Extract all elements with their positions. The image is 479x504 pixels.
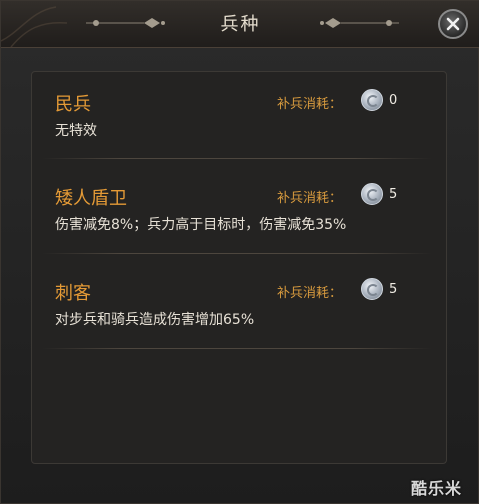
silver-coin-icon [361,278,383,300]
row-divider [42,158,432,159]
replenish-cost-value: 0 [389,93,398,108]
silver-coin-icon [361,183,383,205]
unit-description: 对步兵和骑兵造成伤害增加65% [55,312,255,328]
close-button[interactable] [438,9,468,39]
unit-row-militia: 民兵 无特效 补兵消耗： 0 [32,76,446,170]
dialog-titlebar: 兵种 [1,1,479,48]
replenish-cost-label: 补兵消耗： [277,286,343,301]
watermark: 酷乐米 [411,479,463,498]
unit-row-assassin: 刺客 对步兵和骑兵造成伤害增加65% 补兵消耗： 5 [32,265,446,359]
silver-coin-icon [361,89,383,111]
unit-list-panel: 民兵 无特效 补兵消耗： 0 矮人盾卫 伤害减免8%；兵力高于目标时，伤害减免3… [31,71,447,464]
unit-name: 矮人盾卫 [55,188,127,209]
unit-description: 伤害减免8%；兵力高于目标时，伤害减免35% [55,217,347,233]
close-icon [446,17,460,31]
unit-name: 刺客 [55,283,91,304]
replenish-cost-value: 5 [389,187,398,202]
unit-description: 无特效 [55,123,97,139]
dialog-title: 兵种 [220,14,261,35]
unit-row-dwarf-shield-guard: 矮人盾卫 伤害减免8%；兵力高于目标时，伤害减免35% 补兵消耗： 5 [32,170,446,264]
row-divider [42,253,432,254]
replenish-cost-label: 补兵消耗： [277,97,343,112]
title-ornament-right-icon [320,18,399,28]
unit-name: 民兵 [55,94,91,115]
row-divider [42,348,432,349]
unit-type-dialog: 兵种 民兵 无特效 补兵消耗： 0 矮人盾卫 伤害减免8%；兵力高于目标时，伤害… [0,0,479,504]
replenish-cost-value: 5 [389,282,398,297]
replenish-cost-label: 补兵消耗： [277,191,343,206]
